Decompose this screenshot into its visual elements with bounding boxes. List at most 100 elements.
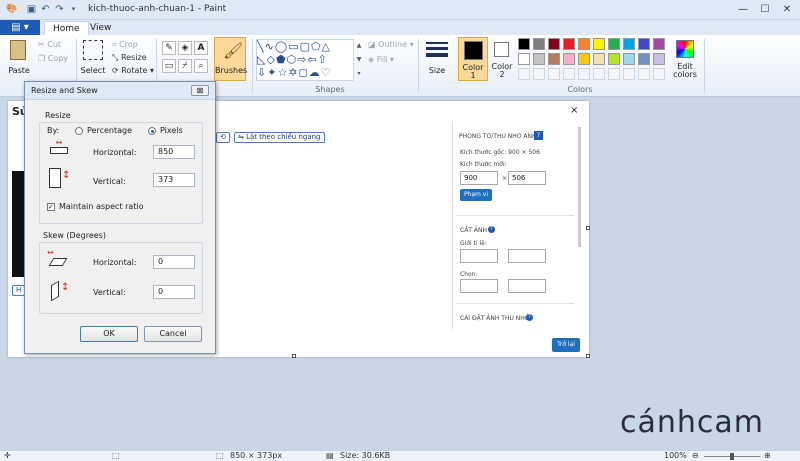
paste-button[interactable]: Paste — [4, 38, 34, 78]
resize-handle-corner[interactable] — [586, 354, 590, 358]
resize-handle-right[interactable] — [586, 226, 590, 230]
outline-button[interactable]: ◪ Outline ▾ — [368, 39, 414, 51]
palette-swatch[interactable] — [518, 38, 530, 50]
help-icon[interactable]: ? — [534, 131, 543, 140]
height-input[interactable]: 506 — [508, 171, 546, 185]
palette-swatch[interactable] — [563, 53, 575, 65]
skew-vertical-input[interactable]: 0 — [153, 285, 195, 299]
ratio-width-input[interactable] — [460, 249, 498, 263]
palette-empty-swatch[interactable] — [638, 68, 650, 80]
shapes-scroll[interactable]: ▲ ▼ ▾ — [355, 39, 363, 81]
palette-swatch[interactable] — [608, 38, 620, 50]
palette-swatch[interactable] — [638, 53, 650, 65]
palette-empty-swatch[interactable] — [653, 68, 665, 80]
color-picker-icon[interactable]: ⌿ — [178, 59, 192, 73]
rotate-mini-button[interactable]: ⟲ — [216, 132, 230, 143]
cloud-shape-icon[interactable]: ☁ — [309, 66, 321, 79]
palette-swatch[interactable] — [623, 53, 635, 65]
palette-empty-swatch[interactable] — [533, 68, 545, 80]
star4-shape-icon[interactable]: ✦ — [267, 66, 277, 79]
rectangle-shape-icon[interactable]: ▭ — [288, 40, 299, 53]
palette-swatch[interactable] — [638, 38, 650, 50]
eraser-icon[interactable]: ▭ — [162, 59, 176, 73]
star6-shape-icon[interactable]: ✡ — [288, 66, 298, 79]
zoom-in-icon[interactable]: ⊕ — [764, 451, 771, 460]
resize-button[interactable]: ⤡ Resize — [112, 52, 147, 64]
palette-swatch[interactable] — [533, 53, 545, 65]
arrow-left-shape-icon[interactable]: ⇦ — [307, 53, 317, 66]
selection-width-input[interactable] — [460, 279, 498, 293]
cut-button[interactable]: ✂ Cut — [38, 39, 61, 51]
diamond-shape-icon[interactable]: ◇ — [266, 53, 275, 66]
width-input[interactable]: 900 — [460, 171, 498, 185]
scale-button[interactable]: Phạm vi — [460, 189, 492, 201]
color1-button[interactable]: Color 1 — [458, 37, 488, 81]
tab-view[interactable]: View — [82, 21, 119, 35]
fill-bucket-icon[interactable]: ◈ — [178, 41, 192, 55]
arrow-right-shape-icon[interactable]: ⇨ — [297, 53, 307, 66]
palette-swatch[interactable] — [548, 38, 560, 50]
vertical-input[interactable]: 373 — [153, 173, 195, 187]
maximize-icon[interactable]: ☐ — [755, 3, 775, 17]
skew-horizontal-input[interactable]: 0 — [153, 255, 195, 269]
palette-swatch[interactable] — [593, 53, 605, 65]
percentage-radio[interactable] — [75, 127, 83, 135]
shapes-gallery[interactable]: ╲∿◯▭▢⬠△ ◺◇⬟⬡⇨⇦⇧ ⇩✦☆✡◻☁♡ — [256, 39, 354, 81]
quick-access-dropdown-icon[interactable]: ▾ — [68, 4, 79, 15]
ratio-height-input[interactable] — [508, 249, 546, 263]
rotate-button[interactable]: ⟳ Rotate ▾ — [112, 65, 154, 77]
palette-swatch[interactable] — [578, 38, 590, 50]
palette-empty-swatch[interactable] — [578, 68, 590, 80]
selection-height-input[interactable] — [508, 279, 546, 293]
crop-button[interactable]: ⌗ Crop — [112, 39, 138, 51]
palette-swatch[interactable] — [548, 53, 560, 65]
palette-swatch[interactable] — [623, 38, 635, 50]
pencil-icon[interactable]: ✎ — [162, 41, 176, 55]
line-shape-icon[interactable]: ╲ — [257, 40, 265, 53]
palette-empty-swatch[interactable] — [593, 68, 605, 80]
heart-shape-icon[interactable]: ♡ — [321, 66, 332, 79]
palette-empty-swatch[interactable] — [623, 68, 635, 80]
arrow-up-shape-icon[interactable]: ⇧ — [318, 53, 328, 66]
palette-empty-swatch[interactable] — [563, 68, 575, 80]
palette-swatch[interactable] — [518, 53, 530, 65]
back-button[interactable]: Trở lại — [552, 338, 580, 352]
pentagon-shape-icon[interactable]: ⬟ — [276, 53, 287, 66]
help-icon[interactable]: ? — [526, 314, 533, 321]
dialog-close-icon[interactable]: ⊠ — [191, 85, 209, 96]
minimize-icon[interactable]: — — [733, 3, 753, 17]
size-button[interactable]: Size — [422, 38, 452, 82]
palette-swatch[interactable] — [653, 38, 665, 50]
palette-empty-swatch[interactable] — [518, 68, 530, 80]
palette-swatch[interactable] — [593, 38, 605, 50]
palette-swatch[interactable] — [653, 53, 665, 65]
brushes-button[interactable]: 🖌 Brushes — [214, 37, 247, 81]
help-icon[interactable]: ? — [488, 226, 495, 233]
close-window-icon[interactable]: ✕ — [777, 3, 797, 17]
flip-horizontal-button[interactable]: ⇋ Lật theo chiều ngang — [234, 132, 325, 143]
polygon-shape-icon[interactable]: ⬠ — [311, 40, 322, 53]
ok-button[interactable]: OK — [80, 326, 138, 342]
curve-shape-icon[interactable]: ∿ — [265, 40, 275, 53]
palette-swatch[interactable] — [563, 38, 575, 50]
arrow-down-shape-icon[interactable]: ⇩ — [257, 66, 267, 79]
zoom-slider-thumb[interactable] — [730, 453, 734, 460]
resize-handle-bottom[interactable] — [292, 354, 296, 358]
select-button[interactable]: Select — [80, 38, 106, 78]
maintain-aspect-checkbox[interactable]: ✓ — [47, 203, 55, 211]
cancel-button[interactable]: Cancel — [144, 326, 202, 342]
magnifier-icon[interactable]: ⌕ — [194, 59, 208, 73]
pixels-radio[interactable] — [148, 127, 156, 135]
redo-icon[interactable]: ↷ — [54, 4, 65, 15]
palette-swatch[interactable] — [608, 53, 620, 65]
panel-scrollbar[interactable] — [578, 127, 581, 247]
rounded-rect-shape-icon[interactable]: ▢ — [300, 40, 311, 53]
palette-swatch[interactable] — [533, 38, 545, 50]
panel-close-icon[interactable]: × — [570, 105, 578, 116]
save-icon[interactable]: ▣ — [26, 4, 37, 15]
star5-shape-icon[interactable]: ☆ — [277, 66, 288, 79]
triangle-shape-icon[interactable]: △ — [322, 40, 331, 53]
callout-shape-icon[interactable]: ◻ — [299, 66, 309, 79]
text-tool-icon[interactable]: A — [194, 41, 208, 55]
file-menu-button[interactable]: ▤ ▾ — [0, 20, 40, 35]
